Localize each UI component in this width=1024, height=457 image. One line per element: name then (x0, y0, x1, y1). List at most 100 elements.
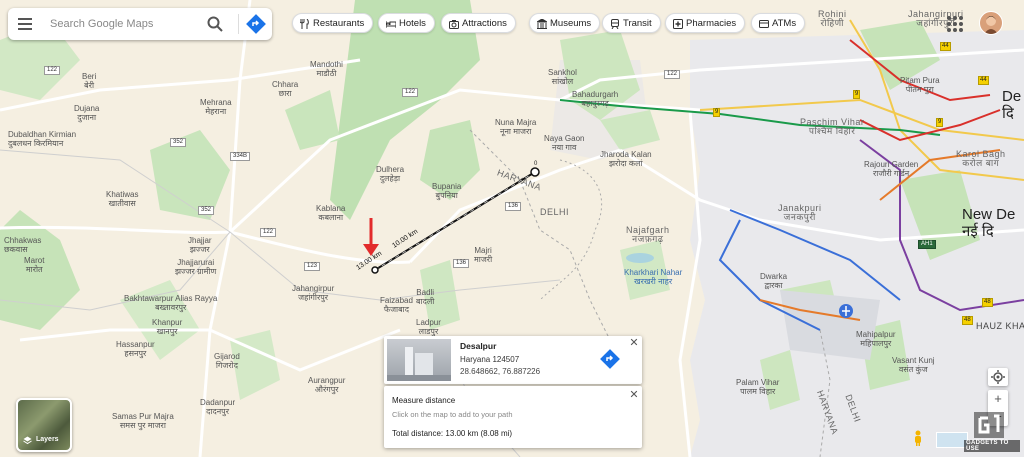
chip-hotels[interactable]: Hotels (378, 13, 435, 33)
place-label: Khanpur खानपुर (152, 318, 183, 336)
place-label: Dulhera दुलहेड़ा (376, 165, 405, 183)
place-label: Hassanpur हसनपुर (116, 340, 155, 358)
place-label: Mehrana मेहराना (200, 98, 232, 116)
route-shield: 48 (982, 298, 993, 307)
place-label: Jhajjarurai झज्जर ग्रामीण (175, 258, 217, 276)
chip-pharmacies[interactable]: Pharmacies (665, 13, 746, 33)
atm-icon (759, 20, 769, 28)
directions-icon[interactable] (599, 348, 621, 370)
place-label: Rohini रोहिणी (818, 9, 847, 28)
place-label: Dadanpur दादनपुर (200, 398, 236, 416)
close-icon[interactable]: ✕ (628, 337, 640, 349)
region-label: DELHI (540, 207, 570, 217)
place-label: Janakpuri जनकपुरी (778, 203, 822, 222)
ruler-start-point[interactable] (371, 266, 379, 274)
apps-grid-icon[interactable] (944, 13, 966, 35)
place-label: Chhara छारा (272, 80, 299, 98)
measure-title: Measure distance (392, 396, 456, 405)
route-shield: 9 (713, 108, 721, 117)
place-label: Dujana दुजाना (74, 104, 100, 122)
route-shield: AH1 (918, 240, 936, 249)
place-label: Sankhol सांखोल (548, 68, 577, 86)
watermark-logo-mark (974, 412, 1004, 438)
place-address: Haryana 124507 (460, 355, 520, 364)
watermark-logo: GADGETS TO USE (964, 410, 1020, 452)
place-label: Najafgarh नजफ़गढ़ (626, 225, 670, 244)
route-shield: 44 (978, 76, 989, 85)
crosshair-icon (991, 370, 1005, 384)
chip-atms[interactable]: ATMs (751, 13, 806, 33)
directions-icon[interactable] (246, 14, 266, 34)
avatar[interactable] (979, 11, 1003, 35)
place-label: Rajouri Garden राजौरी गार्डन (864, 160, 919, 178)
route-shield: 9 (853, 90, 861, 99)
place-label-hauz-khas: HAUZ KHA (976, 321, 1024, 331)
route-shield: 122 (402, 88, 419, 97)
route-shield: 136 (505, 202, 522, 211)
chip-museums[interactable]: Museums (529, 13, 601, 33)
museum-icon (537, 19, 547, 29)
divider (238, 14, 239, 34)
place-label: Dwarka द्वारका (760, 272, 788, 290)
route-shield: 9 (936, 118, 944, 127)
pegman-icon[interactable] (913, 430, 923, 446)
place-photo-image (387, 347, 451, 381)
place-label: Dubaldhan Kirmian दुबलधन किरमियान (8, 130, 77, 148)
place-card[interactable]: Desalpur Haryana 124507 28.648662, 76.88… (384, 336, 642, 384)
route-shield: 44 (940, 42, 951, 51)
route-shield: 334B (230, 152, 251, 161)
place-label: Badli बादली (416, 288, 435, 306)
route-shield: 123 (304, 262, 321, 271)
search-icon[interactable] (206, 15, 224, 33)
place-label: Faizabad फैजाबाद (380, 296, 413, 314)
layers-label: Layers (36, 436, 59, 443)
place-label: Bupania बुपनिया (432, 182, 462, 200)
city-label-new-delhi: New De नई दि (962, 206, 1016, 240)
watermark-text: GADGETS TO USE (964, 440, 1020, 452)
place-label: Karol Bagh करोल बाग (956, 149, 1006, 168)
ruler-end-point[interactable] (530, 167, 540, 177)
route-shield: 122 (260, 228, 277, 237)
place-label: Ladpur लाडपुर (416, 318, 441, 336)
train-icon (611, 19, 619, 29)
place-label: Beri बेरी (82, 72, 97, 90)
place-coordinates: 28.648662, 76.887226 (460, 367, 541, 376)
place-label: Aurangpur औरंगपुर (308, 376, 346, 394)
my-location-button[interactable] (988, 368, 1008, 386)
place-label: Marot मारोत (24, 256, 45, 274)
layers-icon (23, 436, 32, 445)
chip-restaurants[interactable]: Restaurants (292, 13, 374, 33)
place-label: Nuna Majra नूना माजरा (495, 118, 537, 136)
place-label: Bakhtawarpur Alias Rayya बख्तावरपुर (124, 294, 218, 312)
place-name: Desalpur (460, 341, 497, 351)
route-shield: 122 (44, 66, 61, 75)
place-label: Vasant Kunj वसंत कुंज (892, 356, 935, 374)
place-label: Mandothi माडौठी (310, 60, 343, 78)
place-label: Naya Gaon नया गाव (544, 134, 585, 152)
pharmacy-icon (673, 19, 683, 29)
place-label: Chhakwas छकवास (4, 236, 42, 254)
close-icon[interactable]: ✕ (628, 389, 640, 401)
chip-attractions[interactable]: Attractions (441, 13, 516, 33)
menu-icon[interactable] (18, 18, 32, 30)
route-shield: 352 (170, 138, 187, 147)
place-label: Jharoda Kalan झरोदा कलां (600, 150, 652, 168)
zoom-in-button[interactable]: + (988, 390, 1008, 408)
place-photo[interactable] (387, 339, 451, 381)
layers-button[interactable]: Layers (16, 398, 72, 452)
place-label: Kharkhari Nahar खरखरी नाहर (624, 268, 683, 286)
route-shield: 136 (453, 259, 470, 268)
place-label: Jahangirpur जहांगीरपुर (292, 284, 335, 302)
place-label: Pitam Pura पीतम पुरा (900, 76, 940, 94)
place-label: Gijarod गिजरोद (214, 352, 240, 370)
route-shield: 48 (962, 316, 973, 325)
bed-icon (386, 21, 396, 28)
place-label: Jhajjar झज्जर (188, 236, 212, 254)
place-label: Khatiwas खातीवास (106, 190, 139, 208)
place-label: Samas Pur Majra समस पुर माजरा (112, 412, 174, 430)
place-label: Mahipalpur महिपालपुर (856, 330, 896, 348)
route-shield: 122 (664, 70, 681, 79)
total-distance: Total distance: 13.00 km (8.08 mi) (392, 429, 513, 438)
chip-transit[interactable]: Transit (602, 13, 661, 33)
search-input[interactable] (50, 16, 200, 32)
